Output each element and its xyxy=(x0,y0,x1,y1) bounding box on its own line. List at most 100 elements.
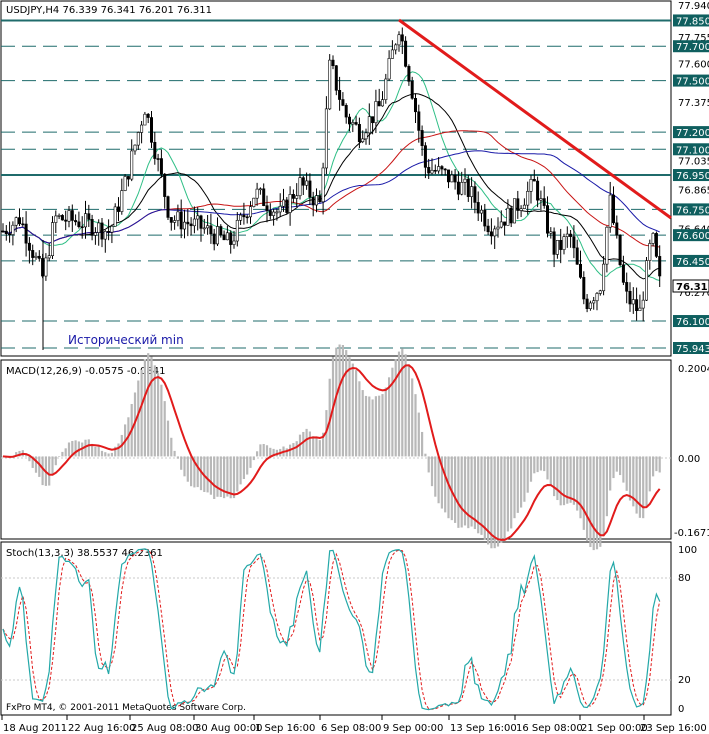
price-bar-body xyxy=(430,169,434,174)
macd-bar xyxy=(595,456,599,550)
macd-bar xyxy=(48,456,51,486)
price-bar-body xyxy=(93,232,97,236)
macd-bar xyxy=(54,456,57,466)
price-bar-body xyxy=(460,182,464,195)
price-bar-body xyxy=(84,213,88,228)
macd-bar xyxy=(513,456,516,519)
price-axis-label: 77.600 xyxy=(678,59,709,70)
macd-bar xyxy=(213,456,216,499)
price-bar-body xyxy=(186,221,190,225)
macd-bar xyxy=(374,396,377,457)
price-bar-body xyxy=(598,290,602,294)
macd-bar xyxy=(549,456,552,486)
macd-bar xyxy=(170,437,173,457)
price-panel xyxy=(0,0,672,357)
macd-axis-zero: 0.00 xyxy=(678,454,700,465)
macd-bar xyxy=(110,452,113,457)
macd-bar xyxy=(107,453,110,457)
macd-bar xyxy=(190,456,193,487)
price-bar-body xyxy=(357,124,361,143)
price-bar-body xyxy=(255,188,259,199)
macd-bar xyxy=(526,456,529,493)
price-bar-body xyxy=(404,40,408,67)
price-bar-body xyxy=(281,199,285,207)
price-bar-body xyxy=(512,198,516,224)
price-bar-body xyxy=(209,225,213,235)
macd-bar xyxy=(562,456,566,506)
macd-bar xyxy=(635,456,638,514)
current-price-label: 76.311 xyxy=(676,282,709,293)
price-bar-body xyxy=(50,222,54,256)
stoch-axis-0: 0 xyxy=(678,704,684,715)
time-label: 18 Aug 2011 xyxy=(3,723,67,734)
price-bar-body xyxy=(463,178,467,183)
price-bar-body xyxy=(351,122,355,125)
price-bar-body xyxy=(44,257,48,277)
macd-bar xyxy=(348,357,351,457)
macd-bar xyxy=(602,456,605,537)
price-bar-body xyxy=(173,220,177,223)
macd-bar xyxy=(355,370,358,457)
time-label: 22 Aug 16:00 xyxy=(68,723,135,734)
macd-bar xyxy=(592,456,595,551)
price-bar-body xyxy=(503,221,507,226)
price-bar-body xyxy=(456,181,460,195)
macd-bar xyxy=(338,344,341,457)
price-axis-label: 77.375 xyxy=(678,98,709,109)
price-bar-body xyxy=(318,195,322,203)
time-label: 16 Sep 08:00 xyxy=(516,723,583,734)
macd-bar xyxy=(249,456,252,468)
price-bar-body xyxy=(249,206,253,218)
price-bar-body xyxy=(47,255,51,259)
macd-bar xyxy=(242,456,245,480)
price-bar-body xyxy=(605,226,609,265)
price-bar-body xyxy=(305,180,309,186)
macd-bar xyxy=(378,395,381,457)
price-bar-body xyxy=(219,226,223,236)
macd-bar xyxy=(569,456,572,503)
macd-bar xyxy=(460,456,463,528)
mt4-chart-window[interactable]: Исторический min USDJPY,H4 76.339 76.341… xyxy=(0,0,709,734)
price-bar-body xyxy=(651,233,655,244)
macd-bar xyxy=(351,363,354,457)
price-bar-body xyxy=(70,210,74,221)
price-bar-body xyxy=(97,222,101,233)
time-axis: 18 Aug 2011 22 Aug 16:0025 Aug 08:0030 Au… xyxy=(1,715,707,734)
macd-bar xyxy=(454,456,457,523)
price-bar-body xyxy=(433,169,437,172)
price-bar-body xyxy=(140,124,144,133)
macd-bar xyxy=(516,456,519,513)
macd-bar xyxy=(368,396,371,457)
macd-bar xyxy=(58,456,61,457)
macd-bar xyxy=(315,437,318,457)
macd-bar xyxy=(100,450,104,457)
price-bar-body xyxy=(532,179,536,182)
macd-bar xyxy=(157,373,160,457)
price-bar-body xyxy=(592,300,596,304)
price-bar-body xyxy=(163,173,167,197)
price-bar-body xyxy=(301,177,305,186)
price-bar-body xyxy=(615,222,619,236)
macd-bar xyxy=(262,443,265,457)
macd-bar xyxy=(232,456,236,499)
price-bar-body xyxy=(539,198,543,201)
time-label: 1 Sep 16:00 xyxy=(255,723,315,734)
macd-bar xyxy=(381,394,384,457)
price-bar-body xyxy=(466,178,470,197)
price-bar-body xyxy=(265,205,269,211)
macd-bar xyxy=(239,456,242,485)
price-bar-body xyxy=(354,122,358,125)
price-bar-body xyxy=(189,223,193,227)
price-bar-body xyxy=(638,307,642,311)
price-bar-body xyxy=(394,44,398,51)
price-bar-body xyxy=(390,49,394,59)
price-bar-body xyxy=(275,211,279,214)
price-bar-body xyxy=(611,194,615,224)
macd-bar xyxy=(61,451,64,457)
price-axis-label: 77.940 xyxy=(678,1,709,12)
price-bar-body xyxy=(64,219,68,222)
macd-bar xyxy=(546,456,549,480)
price-bar-body xyxy=(252,197,256,207)
level-label: 77.200 xyxy=(676,128,709,139)
price-bar-body xyxy=(100,222,104,240)
